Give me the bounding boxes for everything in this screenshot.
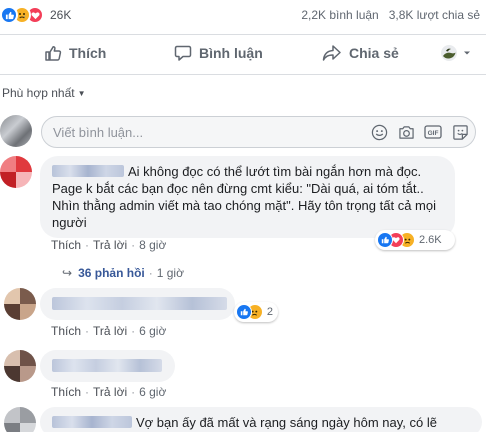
comment-bubble: Vợ bạn ấy đã mất và rạng sáng ngày hôm n…: [40, 407, 482, 432]
share-button-label: Chia sẻ: [349, 45, 399, 61]
commenter-avatar[interactable]: [4, 350, 36, 382]
blurred-author-name[interactable]: [52, 416, 132, 428]
reaction-count: 26K: [50, 8, 72, 22]
replies-timestamp: 1 giờ: [156, 266, 184, 280]
comment-like-link[interactable]: Thích: [51, 238, 81, 252]
page-avatar-icon: [441, 45, 457, 61]
comment-bubble: Ai không đọc có thể lướt tìm bài ngắn hơ…: [40, 156, 455, 238]
comment-reactions[interactable]: 2: [234, 302, 278, 322]
comment-bubble: [40, 288, 235, 320]
post-as-selector[interactable]: [440, 44, 472, 62]
separator-dot: ·: [85, 238, 90, 252]
reply-arrow-icon: ↪: [62, 266, 73, 280]
comment-reply-link[interactable]: Trả lời: [93, 238, 127, 252]
like-button-label: Thích: [69, 45, 107, 61]
like-reaction-icon: [0, 6, 18, 24]
chevron-down-icon: [464, 51, 470, 55]
svg-text:GIF: GIF: [428, 130, 439, 137]
emoji-icon[interactable]: [370, 123, 388, 141]
comment-reply-link[interactable]: Trả lời: [93, 324, 127, 338]
separator-dot: ·: [131, 238, 136, 252]
commenter-avatar[interactable]: [4, 407, 36, 432]
reaction-summary[interactable]: 26K: [0, 6, 71, 24]
divider: [0, 74, 486, 75]
post-action-bar: Thích Bình luận Chia sẻ: [0, 36, 486, 70]
separator-dot: ·: [131, 324, 136, 338]
camera-icon[interactable]: [397, 123, 415, 141]
divider: [0, 34, 486, 35]
comment-text: Page k bắt các bạn đọc nên đừng cmt kiểu…: [52, 181, 436, 230]
comment-actions: Thích · Trả lời · 8 giờ: [51, 238, 166, 252]
engagement-counts: 2,2K bình luận 3,8K lượt chia sẻ: [301, 8, 480, 22]
like-reaction-icon: [236, 304, 252, 320]
comment-timestamp[interactable]: 6 giờ: [139, 385, 166, 399]
separator-dot: ·: [131, 385, 136, 399]
separator-dot: ·: [85, 385, 90, 399]
share-count-link[interactable]: 3,8K lượt chia sẻ: [389, 8, 480, 22]
blurred-author-name[interactable]: [52, 165, 124, 177]
thumbs-up-icon: [45, 46, 62, 61]
separator-dot: ·: [85, 324, 90, 338]
current-user-avatar[interactable]: [0, 115, 32, 147]
comment-like-link[interactable]: Thích: [51, 324, 81, 338]
gif-icon[interactable]: GIF: [424, 123, 442, 141]
view-replies-link[interactable]: ↪ 36 phản hồi · 1 giờ: [62, 266, 184, 280]
sticker-icon[interactable]: [451, 123, 469, 141]
comment-timestamp[interactable]: 6 giờ: [139, 324, 166, 338]
comment-timestamp[interactable]: 8 giờ: [139, 238, 166, 252]
comment-bubble: [40, 350, 175, 382]
like-reaction-icon: [377, 232, 393, 248]
comment-reaction-count: 2.6K: [419, 234, 442, 246]
comment-input[interactable]: [53, 124, 353, 140]
comment-like-link[interactable]: Thích: [51, 385, 81, 399]
comment-actions: Thích · Trả lời · 6 giờ: [51, 324, 166, 338]
comment-reactions[interactable]: 2.6K: [375, 230, 455, 250]
share-button[interactable]: Chia sẻ: [322, 44, 399, 62]
comment-icon: [174, 45, 192, 61]
like-button[interactable]: Thích: [44, 44, 106, 62]
commenter-avatar[interactable]: [0, 156, 32, 188]
sort-label: Phù hợp nhất: [2, 86, 75, 100]
comment-text-line1: Ai không đọc có thể lướt tìm bài ngắn hơ…: [128, 164, 422, 179]
comment-reaction-count: 2: [266, 306, 273, 318]
comment-button[interactable]: Bình luận: [174, 44, 263, 62]
blurred-comment-text: [52, 359, 162, 372]
replies-count-label: 36 phản hồi: [78, 266, 145, 280]
comment-actions: Thích · Trả lời · 6 giờ: [51, 385, 166, 399]
comment-reply-link[interactable]: Trả lời: [93, 385, 127, 399]
caret-down-icon: ▼: [77, 88, 86, 98]
composer-tools: GIF: [370, 123, 469, 141]
comment-text: Vợ bạn ấy đã mất và rạng sáng ngày hôm n…: [136, 415, 437, 430]
reaction-summary-bar: 26K 2,2K bình luận 3,8K lượt chia sẻ: [0, 0, 486, 30]
comment-button-label: Bình luận: [199, 45, 263, 61]
comment-count-link[interactable]: 2,2K bình luận: [301, 8, 378, 22]
separator-dot: ·: [148, 266, 153, 280]
share-arrow-icon: [322, 45, 341, 61]
comment-sort-dropdown[interactable]: Phù hợp nhất ▼: [2, 86, 86, 100]
commenter-avatar[interactable]: [4, 288, 36, 320]
comment-composer: GIF: [41, 116, 476, 148]
blurred-comment-text: [52, 297, 227, 310]
